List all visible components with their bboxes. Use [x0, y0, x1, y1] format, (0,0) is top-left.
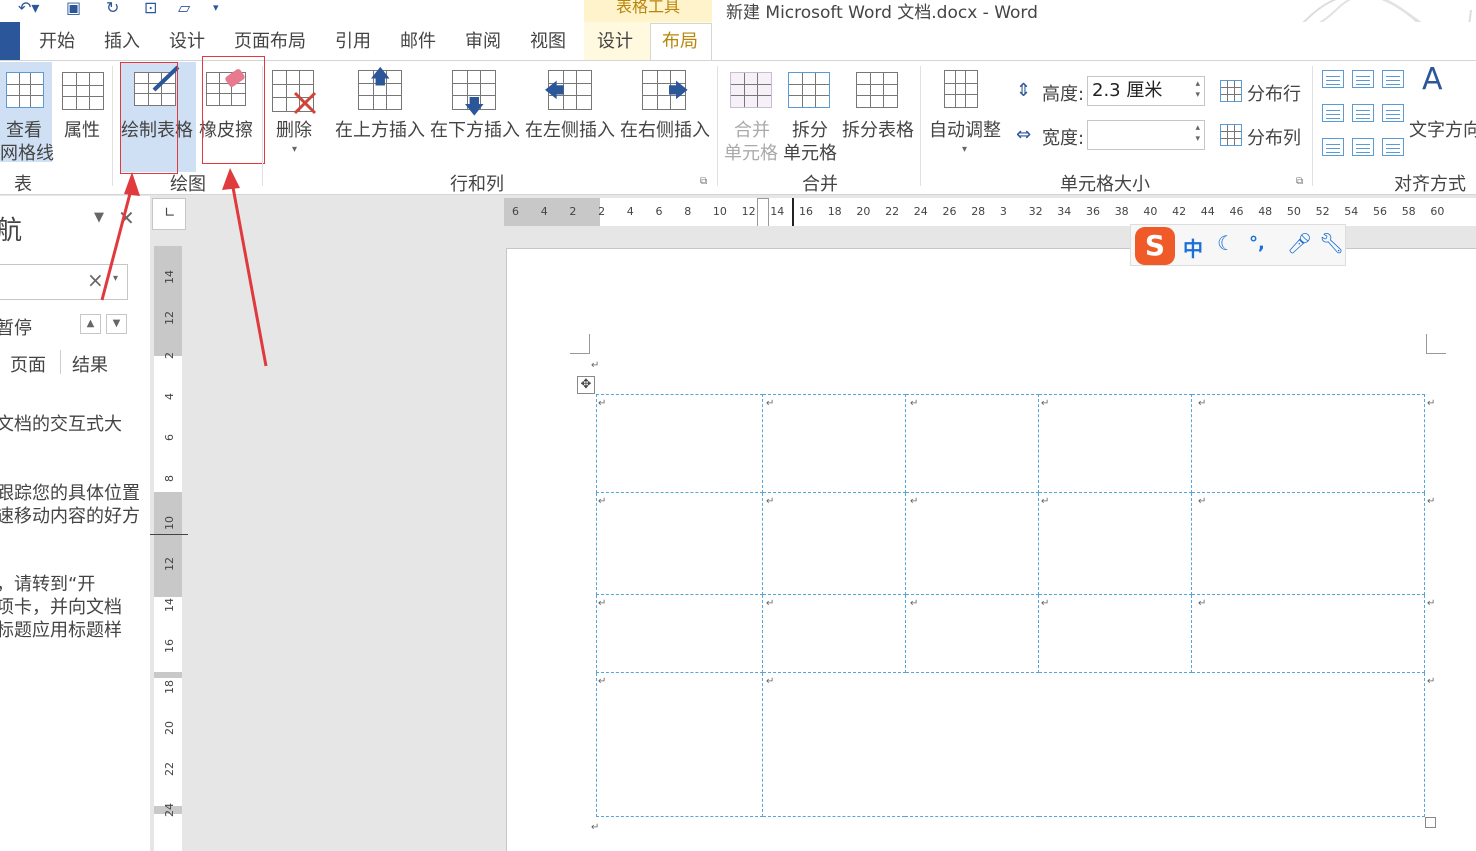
annotation-arrows	[100, 168, 268, 367]
